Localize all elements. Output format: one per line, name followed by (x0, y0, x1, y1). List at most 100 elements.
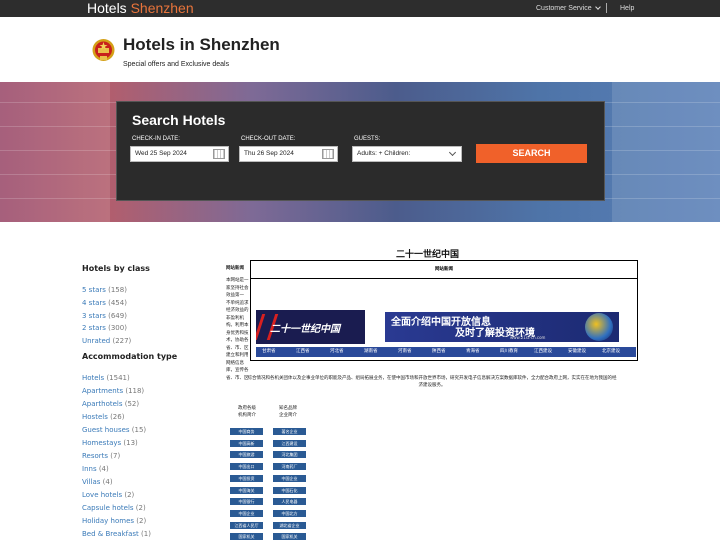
gov-directory-button[interactable]: 中国出口 (230, 463, 263, 471)
class-filter-label: 2 stars (82, 324, 106, 333)
brand-logo-text[interactable]: Hotels Shenzhen (87, 0, 194, 17)
province-nav: 甘肃省 江西省 河北省 湖南省 河南省 陕西省 青海省 四川教育 江西建设 安徽建设 北京建设 (256, 347, 636, 357)
help-link[interactable]: Help (620, 0, 634, 17)
brand-directory-button[interactable]: 中国企业 (273, 474, 306, 482)
col1-heading-line2: 机构简介 (238, 413, 256, 418)
type-filter-link[interactable]: Villas (4) (82, 478, 113, 486)
gov-directory-button[interactable]: 中国商务 (230, 428, 263, 435)
banner2-url: www.21st-cn.com (510, 335, 546, 340)
type-filter-link[interactable]: Holiday homes (2) (82, 517, 146, 525)
guests-label: GUESTS: (354, 136, 381, 142)
checkin-date-value: Wed 25 Sep 2024 (135, 150, 187, 157)
class-filter-label: 3 stars (82, 311, 106, 320)
province-nav-link[interactable]: 江西省 (296, 347, 310, 357)
type-filter-count: (7) (110, 452, 121, 460)
brand-directory-button[interactable]: 著名企业 (273, 428, 306, 435)
class-filter-link[interactable]: 4 stars (454) (82, 299, 127, 307)
guests-select[interactable]: Adults: + Children: (352, 146, 462, 162)
brand-directory-button[interactable]: 河南药厂 (273, 463, 306, 471)
intro-line: 建立和利用 (226, 353, 249, 358)
col1-heading-line1: 政府各级 (238, 406, 256, 411)
banner-21st-china[interactable]: 二十一世纪中国 (256, 310, 365, 344)
province-nav-link[interactable]: 湖南省 (364, 347, 378, 357)
brand-directory-button[interactable]: 湖北省企业 (273, 521, 306, 529)
class-filter-count: (649) (108, 311, 127, 320)
intro-line: 家坚持社会 (226, 285, 249, 291)
province-nav-link[interactable]: 四川教育 (500, 347, 518, 357)
type-filter-count: (2) (124, 491, 135, 499)
type-filter-link[interactable]: Resorts (7) (82, 452, 120, 460)
gov-directory-button[interactable]: 中国高新 (230, 439, 263, 447)
type-filter-label: Aparthotels (82, 400, 123, 408)
province-nav-link[interactable]: 北京建设 (602, 347, 620, 357)
class-filter-link[interactable]: 2 stars (300) (82, 324, 127, 332)
brand-directory-button[interactable]: 河北集团 (273, 451, 306, 459)
class-filter-link[interactable]: 5 stars (158) (82, 286, 127, 294)
intro-line: 库，宣传各 (226, 368, 249, 373)
page-tagline: Special offers and Exclusive deals (123, 61, 230, 68)
calendar-icon[interactable] (213, 149, 225, 159)
class-filter-count: (158) (108, 286, 127, 294)
checkin-label: CHECK-IN DATE: (132, 136, 180, 142)
type-filter-label: Capsule hotels (82, 504, 134, 512)
class-filter-label: Unrated (82, 337, 111, 346)
banner-investment-info[interactable]: 全面介绍中国开放信息 及时了解投资环境 www.21st-cn.com (385, 312, 619, 342)
type-filter-link[interactable]: Guest houses (15) (82, 426, 146, 434)
province-nav-link[interactable]: 江西建设 (534, 347, 552, 357)
gov-directory-button[interactable]: 国家机关 (230, 533, 263, 540)
province-nav-link[interactable]: 河南省 (398, 347, 412, 357)
province-nav-link[interactable]: 青海省 (466, 347, 480, 357)
province-nav-link[interactable]: 河北省 (330, 347, 344, 357)
gov-directory-button[interactable]: 中国企业 (230, 509, 263, 517)
type-filter-label: Villas (82, 478, 101, 486)
calendar-icon[interactable] (322, 149, 334, 159)
brand-directory-button[interactable]: 中国石化 (273, 486, 306, 494)
class-filter-count: (454) (108, 298, 127, 307)
province-nav-link[interactable]: 安徽建设 (568, 347, 586, 357)
class-filter-link[interactable]: Unrated (227) (82, 337, 131, 345)
chevron-down-icon (594, 4, 601, 10)
type-filter-link[interactable]: Inns (4) (82, 465, 109, 473)
type-filter-link[interactable]: Bed & Breakfast (1) (82, 530, 151, 538)
brand-directory-button[interactable]: 江西建设 (273, 439, 306, 447)
frame-header: 网站新闻 (251, 261, 637, 279)
intro-line: 术，协助各 (226, 338, 249, 343)
gov-directory-button[interactable]: 江西省人民厅 (230, 521, 263, 529)
gov-directory-button[interactable]: 中国海关 (230, 486, 263, 494)
gov-directory-button[interactable]: 中国旅游 (230, 451, 263, 459)
checkout-date-field[interactable]: Thu 26 Sep 2024 (239, 146, 338, 162)
type-filter-count: (118) (125, 387, 145, 395)
topbar-divider (606, 3, 607, 13)
province-nav-link[interactable]: 甘肃省 (262, 347, 276, 357)
page-title: Hotels in Shenzhen (123, 35, 280, 54)
type-filter-label: Resorts (82, 452, 109, 460)
class-filter-link[interactable]: 3 stars (649) (82, 312, 127, 320)
banner1-text: 二十一世纪中国 (270, 324, 340, 335)
intro-line: 经济效益的 (226, 308, 249, 313)
brand-directory-button[interactable]: 国家机关 (273, 533, 306, 540)
type-filter-link[interactable]: Hostels (26) (82, 413, 124, 421)
globe-icon (585, 313, 613, 341)
type-filter-link[interactable]: Hotels (1541) (82, 374, 130, 382)
brand-directory-button[interactable]: 人民电器 (273, 498, 306, 506)
checkin-date-field[interactable]: Wed 25 Sep 2024 (130, 146, 229, 162)
brand-directory-button[interactable]: 中国北方 (273, 509, 306, 517)
guests-value: Adults: + Children: (357, 150, 411, 157)
search-button[interactable]: SEARCH (476, 144, 587, 163)
type-filter-link[interactable]: Apartments (118) (82, 387, 144, 395)
province-nav-link[interactable]: 陕西省 (432, 347, 446, 357)
accommodation-type-heading: Accommodation type (82, 352, 178, 361)
type-filter-count: (2) (135, 504, 146, 512)
intro-line: 不单纯追求 (226, 300, 249, 306)
type-filter-link[interactable]: Aparthotels (52) (82, 400, 139, 408)
gov-directory-button[interactable]: 中国银行 (230, 498, 263, 506)
customer-service-menu[interactable]: Customer Service (536, 0, 601, 17)
customer-service-label: Customer Service (536, 5, 592, 12)
gov-directory-button[interactable]: 中国投资 (230, 474, 263, 482)
type-filter-link[interactable]: Homestays (13) (82, 439, 138, 447)
type-filter-link[interactable]: Capsule hotels (2) (82, 504, 146, 512)
intro-line: 本网站是一 (226, 278, 249, 283)
type-filter-count: (4) (98, 465, 109, 473)
type-filter-link[interactable]: Love hotels (2) (82, 491, 134, 499)
hotels-by-class-heading: Hotels by class (82, 264, 150, 273)
